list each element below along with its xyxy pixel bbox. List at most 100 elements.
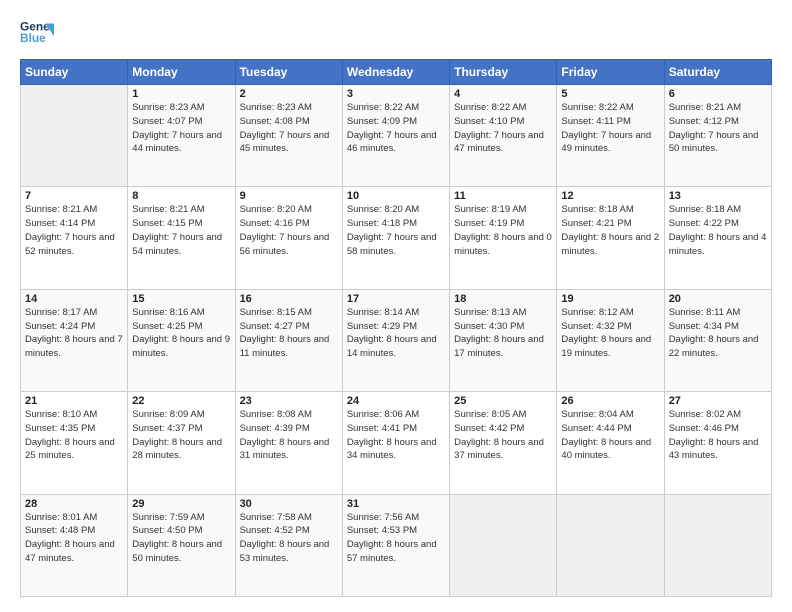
day-info: Sunrise: 8:16 AMSunset: 4:25 PMDaylight:… <box>132 306 230 361</box>
day-number: 30 <box>240 498 338 510</box>
day-number: 20 <box>669 293 767 305</box>
day-info: Sunrise: 8:18 AMSunset: 4:21 PMDaylight:… <box>561 203 659 258</box>
day-info: Sunrise: 8:21 AMSunset: 4:15 PMDaylight:… <box>132 203 230 258</box>
day-info: Sunrise: 8:05 AMSunset: 4:42 PMDaylight:… <box>454 408 552 463</box>
day-cell: 11 Sunrise: 8:19 AMSunset: 4:19 PMDaylig… <box>450 187 557 289</box>
day-cell: 29 Sunrise: 7:59 AMSunset: 4:50 PMDaylig… <box>128 494 235 596</box>
day-number: 26 <box>561 395 659 407</box>
page: General Blue Sunday Monday Tuesday Wedne… <box>0 0 792 612</box>
col-sunday: Sunday <box>21 60 128 85</box>
day-info: Sunrise: 8:08 AMSunset: 4:39 PMDaylight:… <box>240 408 338 463</box>
day-cell: 4 Sunrise: 8:22 AMSunset: 4:10 PMDayligh… <box>450 85 557 187</box>
day-info: Sunrise: 8:23 AMSunset: 4:07 PMDaylight:… <box>132 101 230 156</box>
day-info: Sunrise: 8:11 AMSunset: 4:34 PMDaylight:… <box>669 306 767 361</box>
day-info: Sunrise: 8:09 AMSunset: 4:37 PMDaylight:… <box>132 408 230 463</box>
day-number: 1 <box>132 88 230 100</box>
day-cell: 15 Sunrise: 8:16 AMSunset: 4:25 PMDaylig… <box>128 289 235 391</box>
day-cell <box>21 85 128 187</box>
day-info: Sunrise: 8:14 AMSunset: 4:29 PMDaylight:… <box>347 306 445 361</box>
day-number: 22 <box>132 395 230 407</box>
day-cell: 9 Sunrise: 8:20 AMSunset: 4:16 PMDayligh… <box>235 187 342 289</box>
day-number: 25 <box>454 395 552 407</box>
day-cell: 8 Sunrise: 8:21 AMSunset: 4:15 PMDayligh… <box>128 187 235 289</box>
day-info: Sunrise: 8:10 AMSunset: 4:35 PMDaylight:… <box>25 408 123 463</box>
day-number: 19 <box>561 293 659 305</box>
day-number: 21 <box>25 395 123 407</box>
day-number: 5 <box>561 88 659 100</box>
day-number: 10 <box>347 190 445 202</box>
day-cell: 28 Sunrise: 8:01 AMSunset: 4:48 PMDaylig… <box>21 494 128 596</box>
logo: General Blue <box>20 15 54 49</box>
col-saturday: Saturday <box>664 60 771 85</box>
day-cell: 16 Sunrise: 8:15 AMSunset: 4:27 PMDaylig… <box>235 289 342 391</box>
day-number: 14 <box>25 293 123 305</box>
day-cell <box>664 494 771 596</box>
week-row-3: 14 Sunrise: 8:17 AMSunset: 4:24 PMDaylig… <box>21 289 772 391</box>
day-cell: 2 Sunrise: 8:23 AMSunset: 4:08 PMDayligh… <box>235 85 342 187</box>
day-cell: 6 Sunrise: 8:21 AMSunset: 4:12 PMDayligh… <box>664 85 771 187</box>
day-info: Sunrise: 7:58 AMSunset: 4:52 PMDaylight:… <box>240 511 338 566</box>
day-number: 7 <box>25 190 123 202</box>
day-info: Sunrise: 8:20 AMSunset: 4:18 PMDaylight:… <box>347 203 445 258</box>
day-number: 9 <box>240 190 338 202</box>
day-cell <box>557 494 664 596</box>
day-cell: 17 Sunrise: 8:14 AMSunset: 4:29 PMDaylig… <box>342 289 449 391</box>
day-info: Sunrise: 8:23 AMSunset: 4:08 PMDaylight:… <box>240 101 338 156</box>
col-monday: Monday <box>128 60 235 85</box>
day-cell: 5 Sunrise: 8:22 AMSunset: 4:11 PMDayligh… <box>557 85 664 187</box>
calendar: Sunday Monday Tuesday Wednesday Thursday… <box>20 59 772 597</box>
week-row-5: 28 Sunrise: 8:01 AMSunset: 4:48 PMDaylig… <box>21 494 772 596</box>
day-info: Sunrise: 8:04 AMSunset: 4:44 PMDaylight:… <box>561 408 659 463</box>
day-info: Sunrise: 8:17 AMSunset: 4:24 PMDaylight:… <box>25 306 123 361</box>
day-info: Sunrise: 8:22 AMSunset: 4:11 PMDaylight:… <box>561 101 659 156</box>
day-cell: 31 Sunrise: 7:56 AMSunset: 4:53 PMDaylig… <box>342 494 449 596</box>
day-info: Sunrise: 8:20 AMSunset: 4:16 PMDaylight:… <box>240 203 338 258</box>
col-tuesday: Tuesday <box>235 60 342 85</box>
day-number: 18 <box>454 293 552 305</box>
header-row: Sunday Monday Tuesday Wednesday Thursday… <box>21 60 772 85</box>
day-cell: 18 Sunrise: 8:13 AMSunset: 4:30 PMDaylig… <box>450 289 557 391</box>
day-info: Sunrise: 8:22 AMSunset: 4:09 PMDaylight:… <box>347 101 445 156</box>
day-number: 29 <box>132 498 230 510</box>
day-cell: 19 Sunrise: 8:12 AMSunset: 4:32 PMDaylig… <box>557 289 664 391</box>
day-info: Sunrise: 8:01 AMSunset: 4:48 PMDaylight:… <box>25 511 123 566</box>
day-cell: 26 Sunrise: 8:04 AMSunset: 4:44 PMDaylig… <box>557 392 664 494</box>
week-row-1: 1 Sunrise: 8:23 AMSunset: 4:07 PMDayligh… <box>21 85 772 187</box>
svg-text:Blue: Blue <box>20 31 46 45</box>
day-info: Sunrise: 8:22 AMSunset: 4:10 PMDaylight:… <box>454 101 552 156</box>
day-cell: 27 Sunrise: 8:02 AMSunset: 4:46 PMDaylig… <box>664 392 771 494</box>
day-info: Sunrise: 8:21 AMSunset: 4:12 PMDaylight:… <box>669 101 767 156</box>
day-cell: 24 Sunrise: 8:06 AMSunset: 4:41 PMDaylig… <box>342 392 449 494</box>
day-number: 12 <box>561 190 659 202</box>
day-number: 23 <box>240 395 338 407</box>
day-cell: 25 Sunrise: 8:05 AMSunset: 4:42 PMDaylig… <box>450 392 557 494</box>
day-cell: 30 Sunrise: 7:58 AMSunset: 4:52 PMDaylig… <box>235 494 342 596</box>
day-info: Sunrise: 8:06 AMSunset: 4:41 PMDaylight:… <box>347 408 445 463</box>
day-info: Sunrise: 8:18 AMSunset: 4:22 PMDaylight:… <box>669 203 767 258</box>
day-info: Sunrise: 7:56 AMSunset: 4:53 PMDaylight:… <box>347 511 445 566</box>
day-number: 4 <box>454 88 552 100</box>
day-cell: 7 Sunrise: 8:21 AMSunset: 4:14 PMDayligh… <box>21 187 128 289</box>
day-cell: 1 Sunrise: 8:23 AMSunset: 4:07 PMDayligh… <box>128 85 235 187</box>
col-thursday: Thursday <box>450 60 557 85</box>
day-cell: 3 Sunrise: 8:22 AMSunset: 4:09 PMDayligh… <box>342 85 449 187</box>
col-friday: Friday <box>557 60 664 85</box>
day-cell: 21 Sunrise: 8:10 AMSunset: 4:35 PMDaylig… <box>21 392 128 494</box>
calendar-table: Sunday Monday Tuesday Wednesday Thursday… <box>20 59 772 597</box>
day-number: 2 <box>240 88 338 100</box>
day-number: 17 <box>347 293 445 305</box>
day-cell <box>450 494 557 596</box>
day-info: Sunrise: 8:15 AMSunset: 4:27 PMDaylight:… <box>240 306 338 361</box>
day-number: 8 <box>132 190 230 202</box>
day-number: 11 <box>454 190 552 202</box>
day-info: Sunrise: 8:13 AMSunset: 4:30 PMDaylight:… <box>454 306 552 361</box>
day-info: Sunrise: 7:59 AMSunset: 4:50 PMDaylight:… <box>132 511 230 566</box>
week-row-4: 21 Sunrise: 8:10 AMSunset: 4:35 PMDaylig… <box>21 392 772 494</box>
day-number: 16 <box>240 293 338 305</box>
day-number: 3 <box>347 88 445 100</box>
day-info: Sunrise: 8:12 AMSunset: 4:32 PMDaylight:… <box>561 306 659 361</box>
day-info: Sunrise: 8:02 AMSunset: 4:46 PMDaylight:… <box>669 408 767 463</box>
day-cell: 12 Sunrise: 8:18 AMSunset: 4:21 PMDaylig… <box>557 187 664 289</box>
day-number: 24 <box>347 395 445 407</box>
day-cell: 20 Sunrise: 8:11 AMSunset: 4:34 PMDaylig… <box>664 289 771 391</box>
